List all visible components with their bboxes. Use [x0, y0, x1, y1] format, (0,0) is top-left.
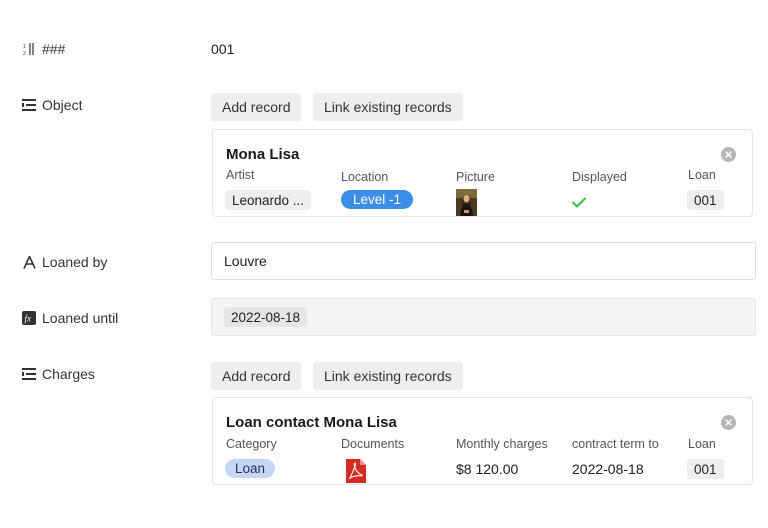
column-label-contract-term: contract term to [572, 437, 659, 451]
contract-term-value: 2022-08-18 [572, 461, 644, 477]
record-title: Mona Lisa [226, 146, 300, 163]
column-label-displayed: Displayed [572, 170, 627, 184]
svg-text:1: 1 [23, 44, 26, 50]
field-label-text: ### [42, 41, 66, 57]
column-label-monthly-charges: Monthly charges [456, 437, 548, 451]
id-value: 001 [211, 41, 235, 57]
field-label-loaned-by: Loaned by [22, 254, 107, 270]
linked-records-icon [22, 367, 36, 381]
charges-record-card[interactable]: Loan contact Mona Lisa Category Loan Doc… [212, 397, 753, 485]
close-icon[interactable] [721, 415, 736, 430]
svg-text:2: 2 [23, 51, 26, 56]
formula-icon: fx [22, 311, 36, 325]
column-label-documents: Documents [341, 437, 405, 451]
field-label-loaned-until: fx Loaned until [22, 310, 118, 326]
add-record-button[interactable]: Add record [211, 93, 302, 121]
field-label-charges: Charges [22, 366, 95, 382]
column-label-category: Category [226, 437, 277, 451]
field-label-text: Loaned until [42, 310, 119, 326]
field-label-text: Loaned by [42, 254, 108, 270]
category-pill: Loan [225, 459, 276, 478]
column-label-loan: Loan [688, 168, 716, 182]
loaned-by-field[interactable]: Louvre [211, 242, 756, 280]
close-icon[interactable] [721, 147, 736, 162]
field-label-text: Object [42, 97, 83, 113]
column-label-loan: Loan [688, 437, 716, 451]
svg-text:fx: fx [25, 314, 32, 324]
painting-thumbnail-icon [456, 189, 477, 216]
loan-chip: 001 [687, 459, 724, 479]
column-label-artist: Artist [226, 168, 255, 182]
monthly-charges-value: $8 120.00 [456, 461, 519, 477]
link-existing-records-button[interactable]: Link existing records [313, 362, 463, 390]
linked-records-icon [22, 98, 36, 112]
loaned-until-field: 2022-08-18 [211, 298, 756, 336]
link-existing-records-button[interactable]: Link existing records [313, 93, 463, 121]
column-label-picture: Picture [456, 170, 495, 184]
pdf-file-icon[interactable] [345, 458, 367, 487]
location-pill: Level -1 [341, 190, 414, 209]
text-field-icon [22, 255, 36, 269]
field-label-object: Object [22, 97, 82, 113]
add-record-button[interactable]: Add record [211, 362, 302, 390]
field-label-text: Charges [42, 366, 95, 382]
autonumber-icon: 1 2 [22, 42, 36, 56]
date-chip: 2022-08-18 [224, 307, 308, 327]
checkmark-icon [572, 195, 586, 211]
column-label-location: Location [341, 170, 389, 184]
loan-chip: 001 [687, 190, 724, 210]
field-label-id: 1 2 ### [22, 41, 65, 57]
artist-chip: Leonardo ... [225, 190, 312, 210]
record-title: Loan contact Mona Lisa [226, 414, 397, 431]
object-record-card[interactable]: Mona Lisa Artist Leonardo ... Location L… [212, 129, 753, 217]
